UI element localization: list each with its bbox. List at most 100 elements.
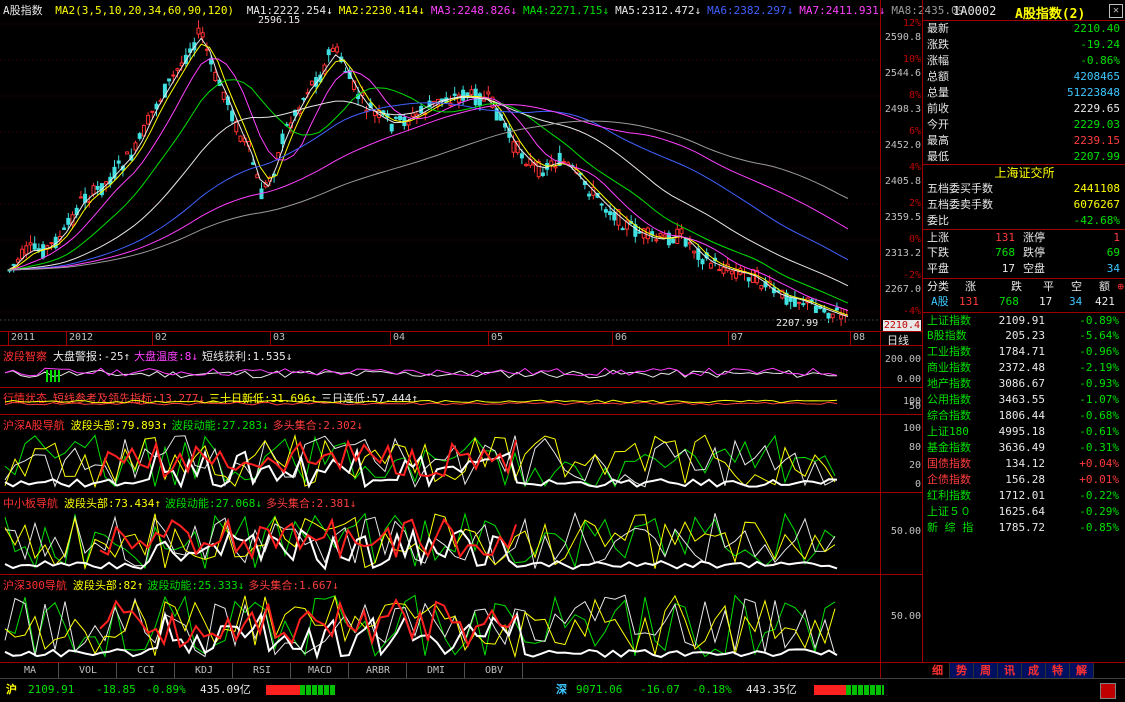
index-price: 134.12 bbox=[1005, 457, 1045, 470]
candle-body bbox=[167, 78, 172, 82]
candle-body bbox=[78, 196, 83, 199]
indicator-panel-2[interactable]: 行情状态 短线参考及领先指标:13.277↓ 三十日新低:31.696↑ 三日连低:5… bbox=[0, 387, 880, 415]
pct-tick: 10% bbox=[902, 54, 921, 65]
indicator-panel-1[interactable]: 波段智察 大盘警报:-25↑ 大盘温度:8↓ 短线获利:1.535↓ bbox=[0, 345, 880, 388]
index-name: 新 综 指 bbox=[927, 521, 974, 534]
period-scale[interactable]: 日线 bbox=[880, 331, 923, 347]
stat-value: 17 bbox=[1001, 262, 1015, 275]
quote-label: 前收 bbox=[927, 102, 949, 115]
indicator-panel-5[interactable]: 沪深300导航 波段头部:82↑ 波段动能:25.333↓ 多头集合:1.667↓ bbox=[0, 574, 880, 663]
tab-ma[interactable]: MA bbox=[2, 663, 59, 678]
stat-label: 上涨 bbox=[927, 231, 949, 244]
quote-row: 涨跌 -19.24 bbox=[923, 37, 1125, 53]
tab-obv[interactable]: OBV bbox=[466, 663, 523, 678]
price-panel[interactable]: A股指数 MA2(3,5,10,20,34,60,90,120) MA1:222… bbox=[0, 0, 964, 330]
info-tab[interactable]: 讯 bbox=[998, 663, 1022, 678]
index-row[interactable]: 公用指数 3463.55 -1.07% bbox=[923, 392, 1125, 408]
candle-body bbox=[834, 307, 839, 311]
index-row[interactable]: 上证５０ 1625.64 -0.29% bbox=[923, 504, 1125, 520]
info-tab[interactable]: 细 bbox=[926, 663, 950, 678]
index-price: 4995.18 bbox=[998, 425, 1045, 438]
indicator-tabs: MA VOL CCI KDJ RSI MACD ARBR DMI OBV bbox=[0, 662, 880, 678]
category-row[interactable]: A股 131 768 17 34 421 bbox=[923, 294, 1125, 310]
alert-icon[interactable] bbox=[1100, 683, 1116, 699]
index-change: -0.61% bbox=[1079, 425, 1119, 438]
tab-arbr[interactable]: ARBR bbox=[350, 663, 407, 678]
index-row[interactable]: 上证指数 2109.91 -0.89% bbox=[923, 312, 1125, 329]
index-row[interactable]: 红利指数 1712.01 -0.22% bbox=[923, 488, 1125, 504]
index-row[interactable]: 企债指数 156.28 +0.01% bbox=[923, 472, 1125, 488]
stat-label: 涨停 bbox=[1023, 231, 1045, 244]
order-value: 2441108 bbox=[1073, 182, 1120, 195]
indicator-chart[interactable] bbox=[0, 388, 880, 415]
indicator-chart[interactable] bbox=[0, 346, 880, 388]
info-tab[interactable]: 解 bbox=[1070, 663, 1094, 678]
category-header: 分类 涨 跌 平 空 额 ⊕ bbox=[923, 278, 1125, 295]
pct-tick: 0% bbox=[908, 234, 921, 245]
indicator-tick: 200.00 bbox=[884, 354, 921, 365]
index-price: 156.28 bbox=[1005, 473, 1045, 486]
info-tab[interactable]: 周 bbox=[974, 663, 998, 678]
candle-body bbox=[326, 49, 331, 56]
sh-down-bar bbox=[300, 685, 336, 695]
quote-label: 最新 bbox=[927, 22, 949, 35]
index-name: 工业指数 bbox=[927, 345, 971, 358]
date-label: 06 bbox=[612, 332, 627, 346]
index-row[interactable]: 上证180 4995.18 -0.61% bbox=[923, 424, 1125, 440]
indicator-chart[interactable] bbox=[0, 493, 880, 575]
chart-area[interactable]: A股指数 MA2(3,5,10,20,34,60,90,120) MA1:222… bbox=[0, 0, 964, 663]
index-row[interactable]: 商业指数 2372.48 -2.19% bbox=[923, 360, 1125, 376]
stock-code: 1A0002 bbox=[953, 4, 997, 18]
category-col: 跌 bbox=[1011, 280, 1022, 293]
candle-body bbox=[654, 239, 659, 242]
index-row[interactable]: 工业指数 1784.71 -0.96% bbox=[923, 344, 1125, 360]
category-cell: 768 bbox=[999, 295, 1019, 308]
indicator-tick: 50.00 bbox=[890, 526, 921, 537]
index-row[interactable]: 新 综 指 1785.72 -0.85% bbox=[923, 520, 1125, 536]
ma-line bbox=[7, 43, 849, 316]
index-row[interactable]: 基金指数 3636.49 -0.31% bbox=[923, 440, 1125, 456]
info-tab[interactable]: 成 bbox=[1022, 663, 1046, 678]
tab-macd[interactable]: MACD bbox=[292, 663, 349, 678]
tabs-spacer bbox=[880, 662, 923, 678]
indicator-panel-4[interactable]: 中小板导航 波段头部:73.434↑ 波段动能:27.068↓ 多头集合:2.381↓ bbox=[0, 492, 880, 575]
tab-cci[interactable]: CCI bbox=[118, 663, 175, 678]
candle-body bbox=[49, 242, 54, 245]
candle-body bbox=[759, 285, 764, 290]
add-icon[interactable]: ⊕ bbox=[1117, 279, 1124, 295]
indicator-chart[interactable] bbox=[0, 415, 880, 493]
candle-body bbox=[792, 297, 797, 307]
date-axis: 2011 2012 02 03 04 05 06 07 08 bbox=[0, 331, 880, 346]
candle-body bbox=[469, 89, 474, 95]
indicator-chart[interactable] bbox=[0, 575, 880, 663]
tab-dmi[interactable]: DMI bbox=[408, 663, 465, 678]
close-icon[interactable]: ✕ bbox=[1109, 4, 1123, 18]
candle-body bbox=[150, 110, 155, 113]
index-row[interactable]: 综合指数 1806.44 -0.68% bbox=[923, 408, 1125, 424]
info-tab[interactable]: 势 bbox=[950, 663, 974, 678]
candlestick-chart[interactable] bbox=[0, 0, 880, 330]
quote-label: 今开 bbox=[927, 118, 949, 131]
pct-tick: 6% bbox=[908, 126, 921, 137]
tab-rsi[interactable]: RSI bbox=[234, 663, 291, 678]
indicator-scale-3: 100 80 20 0 bbox=[880, 414, 923, 493]
index-name: 国债指数 bbox=[927, 457, 971, 470]
quote-label: 总额 bbox=[927, 70, 949, 83]
candle-body bbox=[330, 47, 335, 53]
tab-vol[interactable]: VOL bbox=[60, 663, 117, 678]
signal-bar bbox=[58, 370, 60, 382]
category-cell: 421 bbox=[1095, 295, 1115, 308]
indicator-panel-3[interactable]: 沪深A股导航 波段头部:79.893↑ 波段动能:27.283↓ 多头集合:2.302… bbox=[0, 414, 880, 493]
quote-row: 涨幅 -0.86% bbox=[923, 53, 1125, 69]
index-row[interactable]: B股指数 205.23 -5.64% bbox=[923, 328, 1125, 344]
order-row: 五档委卖手数 6076267 bbox=[923, 197, 1125, 213]
candle-body bbox=[461, 89, 466, 101]
index-change: +0.04% bbox=[1079, 457, 1119, 470]
info-tab[interactable]: 特 bbox=[1046, 663, 1070, 678]
tab-kdj[interactable]: KDJ bbox=[176, 663, 233, 678]
index-change: -5.64% bbox=[1079, 329, 1119, 342]
candle-body bbox=[797, 301, 802, 304]
index-row[interactable]: 国债指数 134.12 +0.04% bbox=[923, 456, 1125, 472]
index-row[interactable]: 地产指数 3086.67 -0.93% bbox=[923, 376, 1125, 392]
candle-body bbox=[146, 114, 151, 125]
